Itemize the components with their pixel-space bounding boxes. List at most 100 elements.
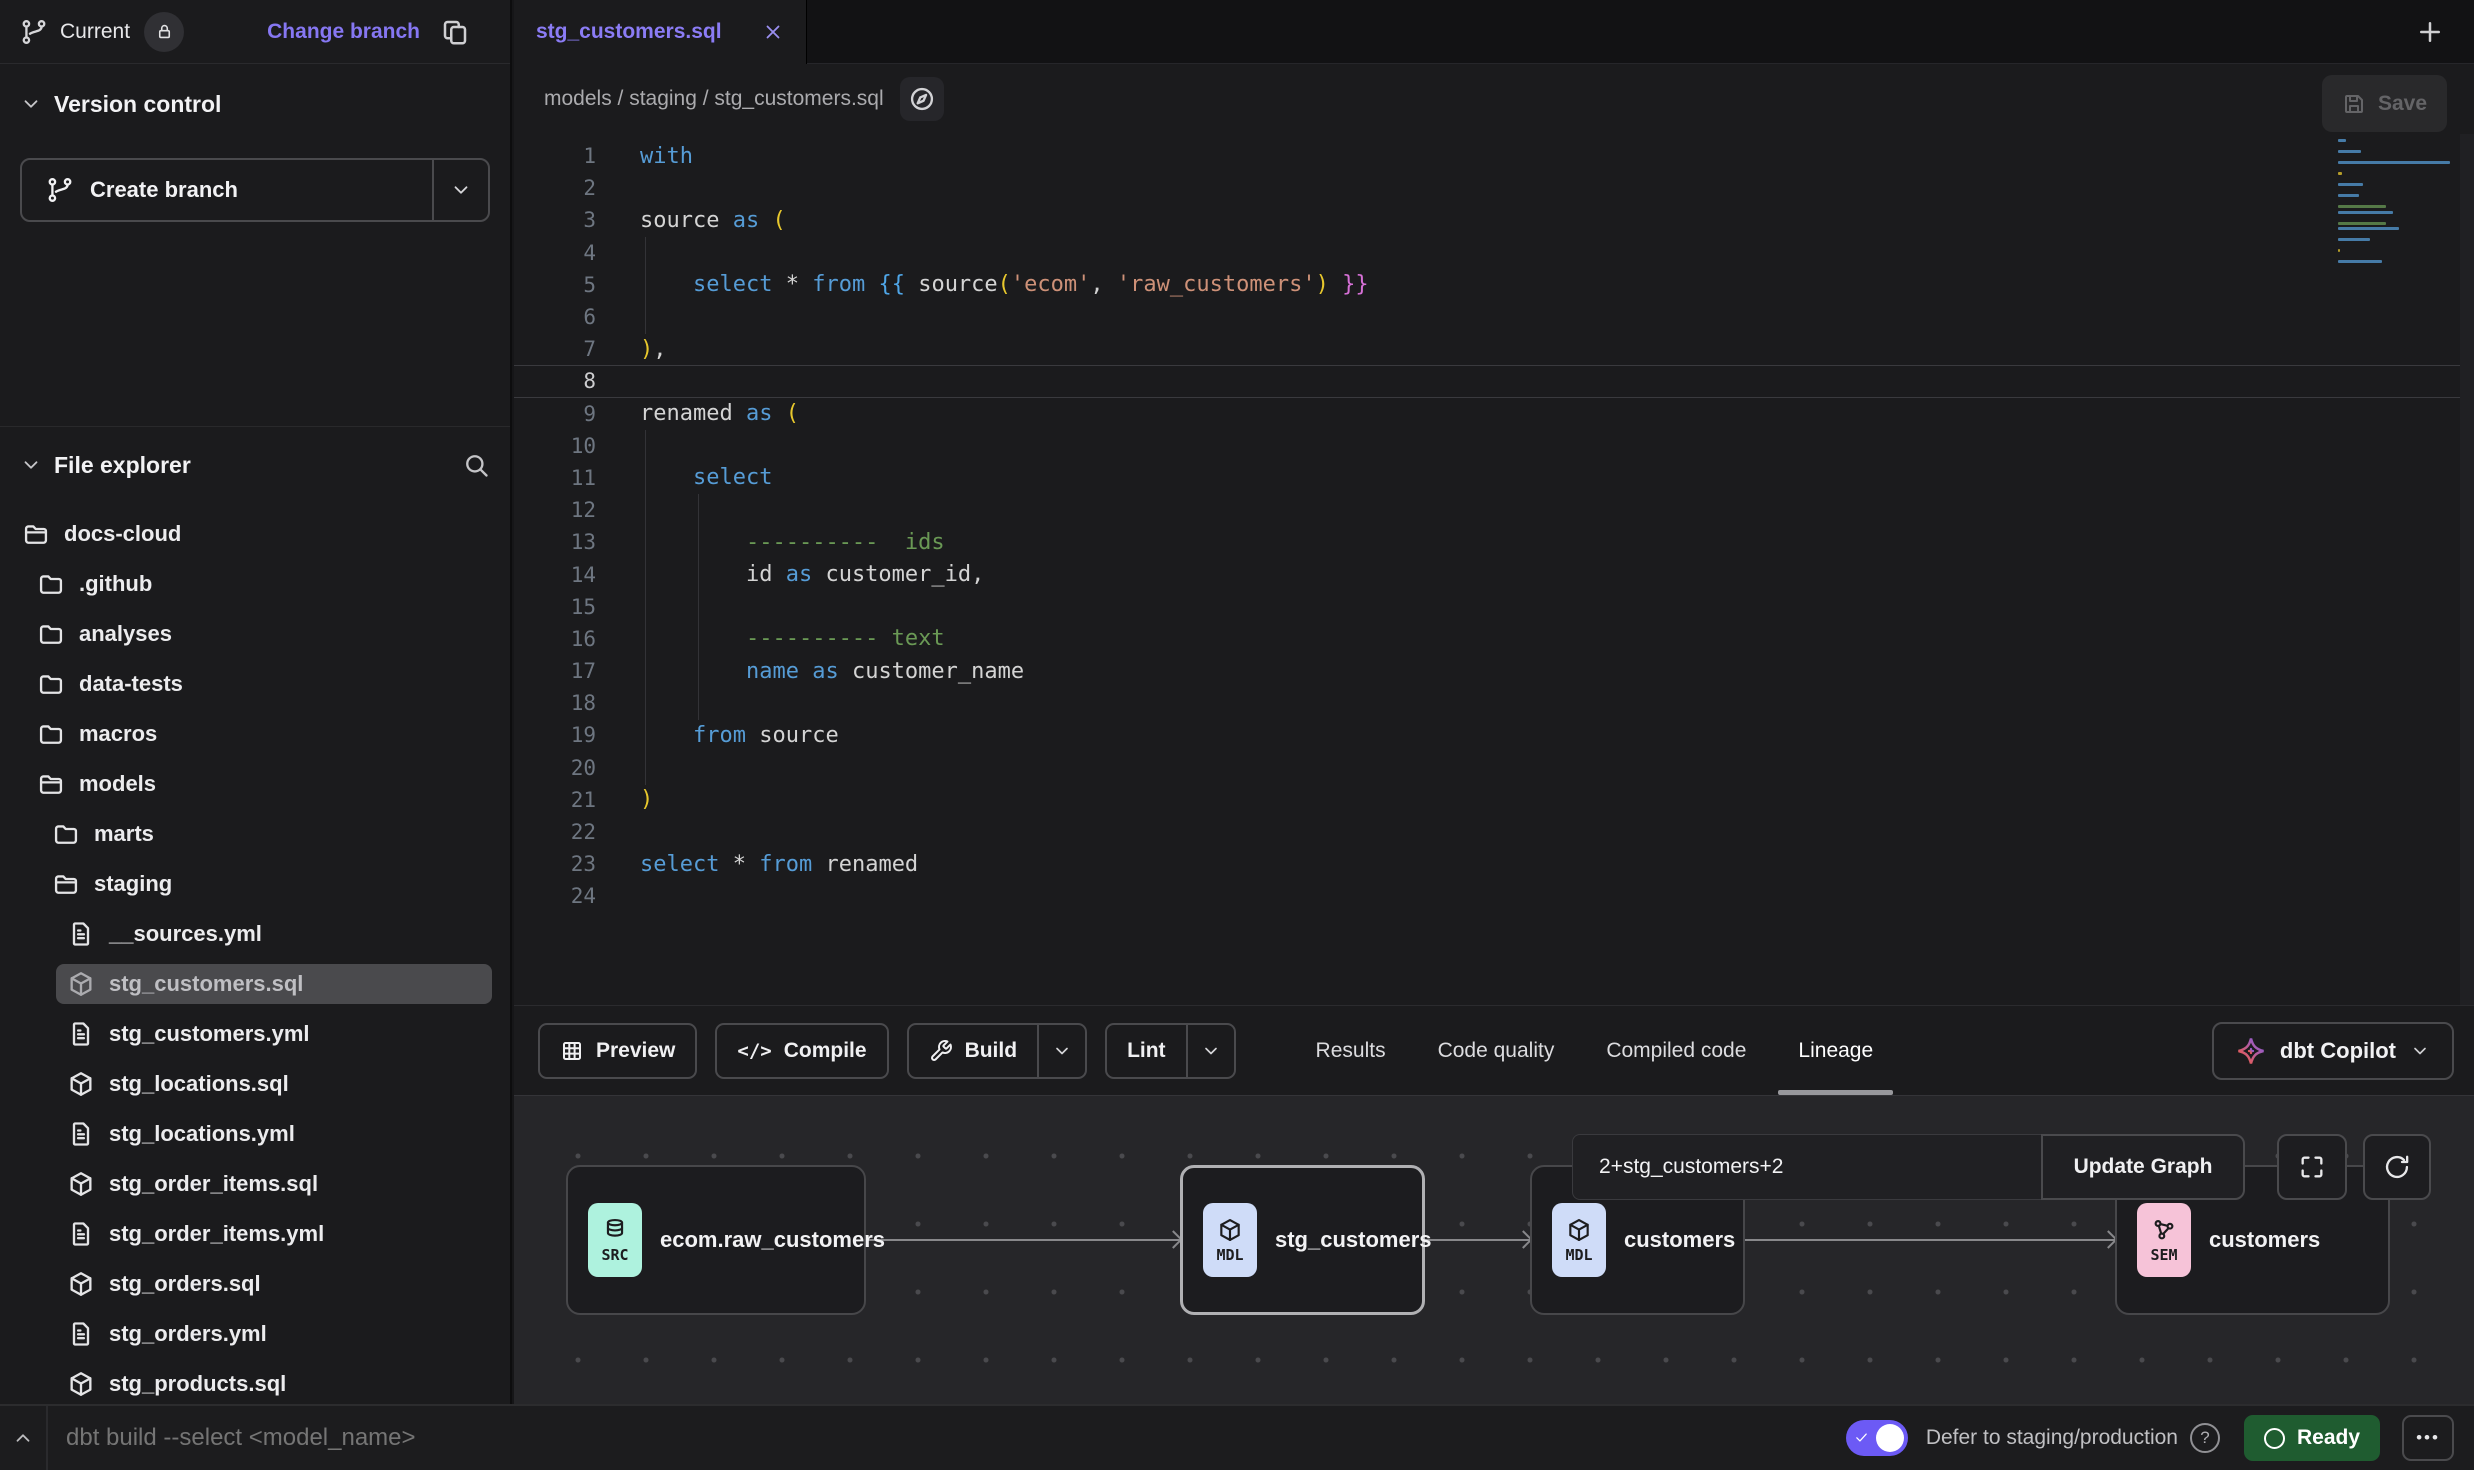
dbt-copilot-icon [2236, 1036, 2266, 1066]
tab-results[interactable]: Results [1290, 1006, 1412, 1095]
file-tree-item--sources-yml[interactable]: __sources.yml [0, 909, 510, 959]
dbt-copilot-button[interactable]: dbt Copilot [2212, 1022, 2454, 1080]
update-graph-button[interactable]: Update Graph [2041, 1134, 2245, 1200]
file-explorer-header[interactable]: File explorer [0, 445, 510, 485]
code-line-24: 24 [514, 880, 2460, 912]
file-explorer-title: File explorer [54, 452, 191, 479]
branch-locked-badge [144, 12, 184, 52]
file-name: data-tests [79, 671, 183, 697]
lineage-selector-input[interactable] [1572, 1134, 2041, 1200]
compile-label: Compile [784, 1039, 867, 1063]
chevron-up-icon[interactable] [0, 1406, 46, 1470]
file-model-icon [67, 970, 95, 998]
chevron-down-icon [20, 454, 42, 476]
file-model-icon [67, 1070, 95, 1098]
file-name: macros [79, 721, 157, 747]
save-button[interactable]: Save [2322, 75, 2447, 132]
main-area: stg_customers.sql models / staging / stg… [514, 0, 2474, 1404]
code-line-7: 7), [514, 333, 2460, 365]
file-tree-item-analyses[interactable]: analyses [0, 609, 510, 659]
new-tab-button[interactable] [2410, 12, 2450, 52]
file-tree-item-stg-order-items-sql[interactable]: stg_order_items.sql [0, 1159, 510, 1209]
refresh-button[interactable] [2363, 1134, 2431, 1200]
folder-icon [37, 620, 65, 648]
code-line-16: 16 ---------- text [514, 623, 2460, 655]
sidebar: Current Change branch Version control [0, 0, 512, 1404]
dbt-cloud-ide: Current Change branch Version control [0, 0, 2474, 1470]
file-tree-item-stg-locations-yml[interactable]: stg_locations.yml [0, 1109, 510, 1159]
cube-icon [1217, 1217, 1243, 1243]
code-line-23: 23select * from renamed [514, 848, 2460, 880]
ready-label: Ready [2297, 1426, 2360, 1450]
file-tree-item-stg-products-sql[interactable]: stg_products.sql [0, 1359, 510, 1404]
file-model-icon [67, 1270, 95, 1298]
more-options-button[interactable]: ••• [2402, 1415, 2454, 1461]
file-name: models [79, 771, 156, 797]
file-name: stg_customers.yml [109, 1021, 310, 1047]
preview-button[interactable]: Preview [538, 1023, 697, 1079]
file-name: marts [94, 821, 154, 847]
file-tree-item-stg-customers-sql[interactable]: stg_customers.sql [0, 959, 510, 1009]
help-icon[interactable]: ? [2190, 1423, 2220, 1453]
command-input[interactable] [66, 1424, 966, 1452]
change-branch-link[interactable]: Change branch [267, 20, 420, 44]
file-tree-item-stg-orders-yml[interactable]: stg_orders.yml [0, 1309, 510, 1359]
create-branch-button[interactable]: Create branch [20, 158, 490, 222]
file-tree-item--github[interactable]: .github [0, 559, 510, 609]
code-icon: </> [737, 1040, 771, 1062]
file-tree-item-data-tests[interactable]: data-tests [0, 659, 510, 709]
build-button[interactable]: Build [907, 1023, 1088, 1079]
lineage-node-ecom-raw-customers[interactable]: SRC ecom.raw_customers [566, 1165, 866, 1315]
file-tree-item-marts[interactable]: marts [0, 809, 510, 859]
compass-icon[interactable] [900, 77, 944, 121]
file-tree-item-models[interactable]: models [0, 759, 510, 809]
ready-status-button[interactable]: Ready [2244, 1415, 2380, 1461]
fullscreen-icon [2298, 1153, 2326, 1181]
file-tree-item-staging[interactable]: staging [0, 859, 510, 909]
file-name: staging [94, 871, 172, 897]
refresh-icon [2383, 1153, 2411, 1181]
build-dropdown[interactable] [1039, 1025, 1085, 1077]
close-icon[interactable] [762, 21, 784, 43]
code-line-22: 22 [514, 816, 2460, 848]
fullscreen-button[interactable] [2277, 1134, 2347, 1200]
file-tree-item-stg-customers-yml[interactable]: stg_customers.yml [0, 1009, 510, 1059]
lint-button[interactable]: Lint [1105, 1023, 1235, 1079]
tab-stg-customers-sql[interactable]: stg_customers.sql [514, 0, 807, 64]
file-tree-item-stg-orders-sql[interactable]: stg_orders.sql [0, 1259, 510, 1309]
file-tree-item-stg-locations-sql[interactable]: stg_locations.sql [0, 1059, 510, 1109]
file-name: stg_orders.yml [109, 1321, 267, 1347]
model-badge: MDL [1203, 1203, 1257, 1277]
tab-code-quality[interactable]: Code quality [1412, 1006, 1581, 1095]
file-tree-item-docs-cloud[interactable]: docs-cloud [0, 509, 510, 559]
defer-toggle[interactable] [1846, 1420, 1908, 1456]
minimap[interactable] [2334, 139, 2456, 299]
file-tree-item-stg-order-items-yml[interactable]: stg_order_items.yml [0, 1209, 510, 1259]
copy-icon[interactable] [440, 17, 470, 47]
code-line-19: 19 from source [514, 719, 2460, 751]
check-icon [1854, 1430, 1869, 1445]
lineage-node-stg-customers[interactable]: MDL stg_customers [1180, 1165, 1425, 1315]
create-branch-dropdown[interactable] [434, 160, 488, 220]
code-line-21: 21) [514, 784, 2460, 816]
file-name: stg_orders.sql [109, 1271, 261, 1297]
folder-icon [37, 670, 65, 698]
version-control-header[interactable]: Version control [20, 86, 490, 122]
code-editor[interactable]: 1with23source as (45 select * from {{ so… [514, 134, 2474, 1005]
network-icon [2151, 1217, 2177, 1243]
version-control-section: Version control Create branch [0, 64, 510, 426]
lineage-edge [866, 1239, 1180, 1241]
file-doc-icon [67, 1320, 95, 1348]
cube-icon [1566, 1217, 1592, 1243]
code-line-12: 12 [514, 494, 2460, 526]
lint-dropdown[interactable] [1188, 1025, 1234, 1077]
tab-lineage[interactable]: Lineage [1772, 1006, 1899, 1095]
folder-open-icon [37, 770, 65, 798]
compile-button[interactable]: </> Compile [715, 1023, 888, 1079]
search-icon[interactable] [462, 451, 490, 479]
defer-label: Defer to staging/production [1926, 1426, 2178, 1450]
editor-tab-bar: stg_customers.sql [514, 0, 2474, 64]
lineage-canvas[interactable]: SRC ecom.raw_customers MDL stg_customers… [514, 1095, 2474, 1404]
tab-compiled-code[interactable]: Compiled code [1580, 1006, 1772, 1095]
file-tree-item-macros[interactable]: macros [0, 709, 510, 759]
